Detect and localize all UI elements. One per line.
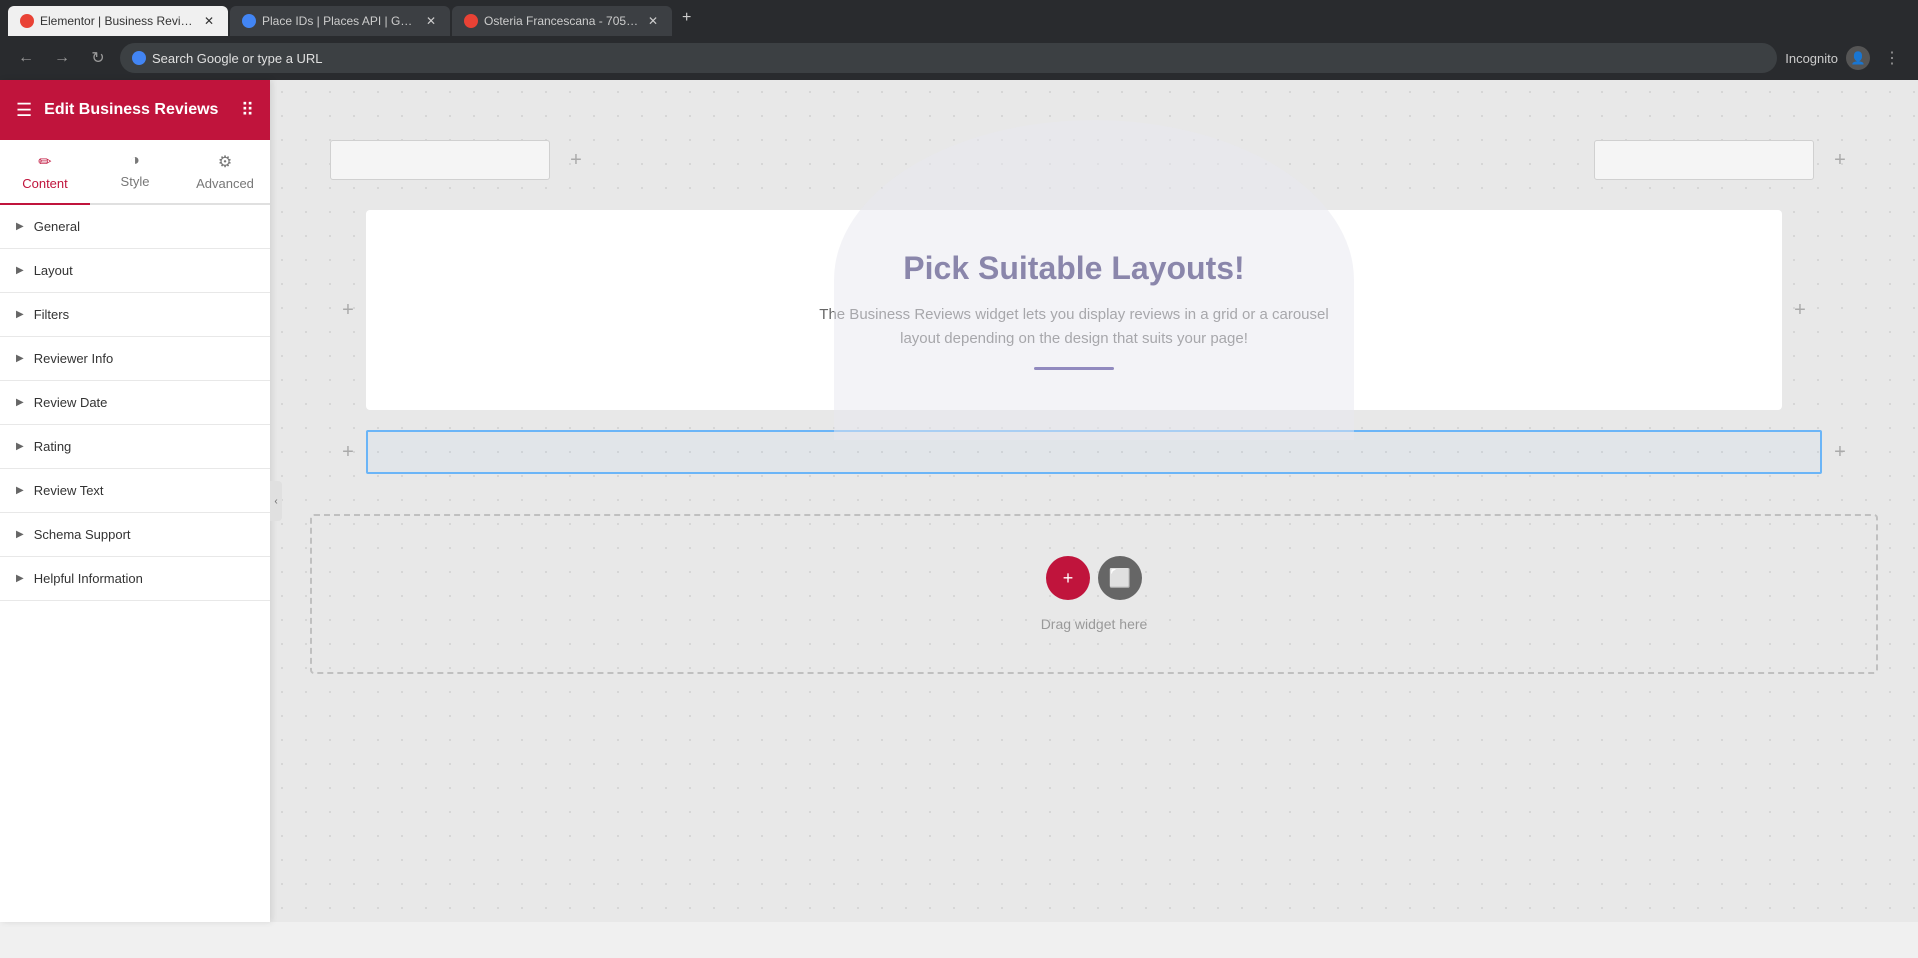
- hero-section: + +: [270, 120, 1918, 200]
- tab-title-placeids: Place IDs | Places API | Google...: [262, 14, 418, 28]
- tab-favicon-placeids: [242, 14, 256, 28]
- sidebar-header: ☰ Edit Business Reviews ⠿: [0, 80, 270, 140]
- sidebar-header-left: ☰ Edit Business Reviews: [16, 100, 218, 121]
- tab-close-osteria[interactable]: ✕: [646, 14, 660, 28]
- label-schema-support: Schema Support: [34, 527, 131, 542]
- content-icon: ✏: [38, 152, 51, 172]
- tab-style-label: Style: [121, 174, 150, 189]
- drag-area: + ⬜ Drag widget here: [310, 514, 1878, 674]
- accordion-header-filters[interactable]: ▶ Filters: [0, 293, 270, 336]
- label-reviewer-info: Reviewer Info: [34, 351, 113, 366]
- accordion-list: ▶ General ▶ Layout ▶ Filters ▶: [0, 205, 270, 601]
- drag-section-button[interactable]: ⬜: [1098, 556, 1142, 600]
- tab-favicon-elementor: [20, 14, 34, 28]
- right-row-add-button[interactable]: +: [1782, 292, 1818, 328]
- tab-title-elementor: Elementor | Business Reviews: [40, 14, 196, 28]
- arrow-helpful-information: ▶: [16, 573, 24, 584]
- label-helpful-information: Helpful Information: [34, 571, 143, 586]
- tab-elementor[interactable]: Elementor | Business Reviews ✕: [8, 6, 228, 36]
- canvas-inner: + + + Pick Suitable Layouts! The Busines…: [270, 80, 1918, 922]
- label-rating: Rating: [34, 439, 72, 454]
- tab-osteria[interactable]: Osteria Francescana - 705 Photo... ✕: [452, 6, 672, 36]
- google-icon: [132, 51, 146, 65]
- label-review-date: Review Date: [34, 395, 108, 410]
- selected-left-add[interactable]: +: [330, 434, 366, 470]
- new-tab-button[interactable]: +: [674, 5, 699, 31]
- tab-title-osteria: Osteria Francescana - 705 Photo...: [484, 14, 640, 28]
- label-filters: Filters: [34, 307, 69, 322]
- accordion-item-layout: ▶ Layout: [0, 249, 270, 293]
- address-bar: ← → ↻ Search Google or type a URL Incogn…: [0, 36, 1918, 80]
- left-placeholder: [330, 140, 550, 180]
- right-placeholder: [1594, 140, 1814, 180]
- accordion-item-reviewer-info: ▶ Reviewer Info: [0, 337, 270, 381]
- menu-button[interactable]: ⋮: [1878, 44, 1906, 72]
- address-text: Search Google or type a URL: [152, 51, 1765, 66]
- accordion-item-rating: ▶ Rating: [0, 425, 270, 469]
- arrow-general: ▶: [16, 221, 24, 232]
- drag-buttons: + ⬜: [1046, 556, 1142, 600]
- accordion-header-review-text[interactable]: ▶ Review Text: [0, 469, 270, 512]
- incognito-area: Incognito 👤 ⋮: [1785, 44, 1906, 72]
- tab-advanced[interactable]: ⚙ Advanced: [180, 140, 270, 203]
- tab-placeids[interactable]: Place IDs | Places API | Google... ✕: [230, 6, 450, 36]
- grid-icon[interactable]: ⠿: [241, 100, 254, 121]
- right-add-area: +: [1594, 140, 1858, 180]
- canvas-area: + + + Pick Suitable Layouts! The Busines…: [270, 80, 1918, 922]
- arrow-schema-support: ▶: [16, 529, 24, 540]
- tab-favicon-osteria: [464, 14, 478, 28]
- sidebar-title: Edit Business Reviews: [44, 101, 218, 119]
- sidebar-tabs: ✏ Content ◑ Style ⚙ Advanced: [0, 140, 270, 205]
- main-layout: ☰ Edit Business Reviews ⠿ ✏ Content ◑ St…: [0, 80, 1918, 922]
- right-add-button[interactable]: +: [1822, 142, 1858, 178]
- arrow-reviewer-info: ▶: [16, 353, 24, 364]
- label-general: General: [34, 219, 80, 234]
- tab-content-label: Content: [22, 176, 68, 191]
- accordion-header-schema-support[interactable]: ▶ Schema Support: [0, 513, 270, 556]
- address-input-wrap[interactable]: Search Google or type a URL: [120, 43, 1777, 73]
- left-row-add-button[interactable]: +: [330, 292, 366, 328]
- tab-close-placeids[interactable]: ✕: [424, 14, 438, 28]
- accordion-item-general: ▶ General: [0, 205, 270, 249]
- tab-close-elementor[interactable]: ✕: [202, 14, 216, 28]
- accordion-item-filters: ▶ Filters: [0, 293, 270, 337]
- tab-style[interactable]: ◑ Style: [90, 140, 180, 203]
- bg-circle: [834, 120, 1354, 440]
- accordion-item-helpful-information: ▶ Helpful Information: [0, 557, 270, 601]
- accordion-item-schema-support: ▶ Schema Support: [0, 513, 270, 557]
- style-icon: ◑: [130, 152, 140, 170]
- accordion-header-general[interactable]: ▶ General: [0, 205, 270, 248]
- collapse-handle[interactable]: ‹: [270, 481, 282, 521]
- left-add-area: +: [330, 140, 594, 180]
- arrow-rating: ▶: [16, 441, 24, 452]
- arrow-filters: ▶: [16, 309, 24, 320]
- reload-button[interactable]: ↻: [84, 44, 112, 72]
- tab-content[interactable]: ✏ Content: [0, 140, 90, 203]
- tab-bar: Elementor | Business Reviews ✕ Place IDs…: [0, 0, 1918, 36]
- accordion-header-layout[interactable]: ▶ Layout: [0, 249, 270, 292]
- accordion-header-rating[interactable]: ▶ Rating: [0, 425, 270, 468]
- label-review-text: Review Text: [34, 483, 104, 498]
- left-add-button[interactable]: +: [558, 142, 594, 178]
- back-button[interactable]: ←: [12, 44, 40, 72]
- label-layout: Layout: [34, 263, 73, 278]
- accordion-header-helpful-information[interactable]: ▶ Helpful Information: [0, 557, 270, 600]
- incognito-label: Incognito: [1785, 51, 1838, 66]
- forward-button[interactable]: →: [48, 44, 76, 72]
- arrow-layout: ▶: [16, 265, 24, 276]
- drag-add-button[interactable]: +: [1046, 556, 1090, 600]
- arrow-review-date: ▶: [16, 397, 24, 408]
- hamburger-icon[interactable]: ☰: [16, 100, 32, 121]
- incognito-icon: 👤: [1846, 46, 1870, 70]
- accordion-item-review-text: ▶ Review Text: [0, 469, 270, 513]
- drag-text: Drag widget here: [1041, 616, 1148, 632]
- accordion-header-review-date[interactable]: ▶ Review Date: [0, 381, 270, 424]
- advanced-icon: ⚙: [218, 152, 232, 172]
- arrow-review-text: ▶: [16, 485, 24, 496]
- selected-right-add[interactable]: +: [1822, 434, 1858, 470]
- sidebar: ☰ Edit Business Reviews ⠿ ✏ Content ◑ St…: [0, 80, 270, 922]
- accordion-header-reviewer-info[interactable]: ▶ Reviewer Info: [0, 337, 270, 380]
- tab-advanced-label: Advanced: [196, 176, 254, 191]
- accordion-item-review-date: ▶ Review Date: [0, 381, 270, 425]
